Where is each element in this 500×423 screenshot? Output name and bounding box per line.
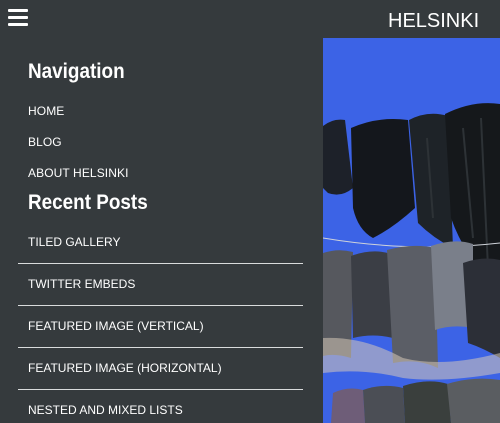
navigation-heading: Navigation	[28, 60, 125, 83]
list-item: NESTED AND MIXED LISTS	[18, 390, 303, 423]
list-item: TILED GALLERY	[18, 235, 303, 264]
post-link-twitter-embeds[interactable]: TWITTER EMBEDS	[28, 277, 135, 291]
nav-item-about-helsinki[interactable]: ABOUT HELSINKI	[28, 166, 129, 180]
hanging-clothes-photo	[323, 38, 500, 423]
site-title[interactable]: HELSINKI	[388, 9, 479, 33]
list-item: TWITTER EMBEDS	[18, 264, 303, 306]
nav-item-home[interactable]: HOME	[28, 104, 64, 118]
nav-item-blog[interactable]: BLOG	[28, 135, 62, 149]
list-item: FEATURED IMAGE (HORIZONTAL)	[18, 348, 303, 390]
sidebar-panel: Navigation HOME BLOG ABOUT HELSINKI Rece…	[0, 0, 323, 423]
post-link-featured-image-vertical[interactable]: FEATURED IMAGE (VERTICAL)	[28, 319, 204, 333]
post-link-featured-image-horizontal[interactable]: FEATURED IMAGE (HORIZONTAL)	[28, 361, 222, 375]
post-link-nested-and-mixed-lists[interactable]: NESTED AND MIXED LISTS	[28, 403, 183, 417]
recent-posts-heading: Recent Posts	[28, 191, 148, 214]
featured-image	[323, 38, 500, 423]
list-item: FEATURED IMAGE (VERTICAL)	[18, 306, 303, 348]
post-link-tiled-gallery[interactable]: TILED GALLERY	[28, 235, 120, 249]
